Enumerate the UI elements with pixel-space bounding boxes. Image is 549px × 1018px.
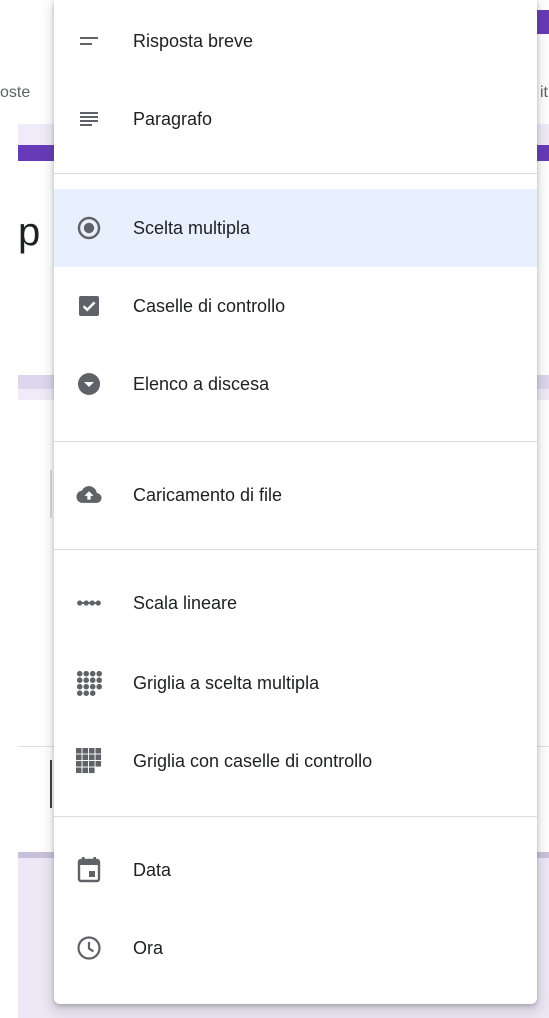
menu-item-checkbox-grid[interactable]: Griglia con caselle di controllo [54,722,537,800]
menu-item-label: Elenco a discesa [133,373,270,394]
calendar-icon [76,857,102,883]
dropdown-circle-icon [76,371,102,397]
menu-item-label: Paragrafo [133,108,213,129]
menu-item-label: Griglia a scelta multipla [133,672,320,693]
menu-item-date[interactable]: Data [54,831,537,909]
menu-item-label: Ora [133,937,164,958]
square-grid-icon [76,748,102,774]
form-editor-page: oste it p Risposta breve Paragrafo Scelt… [0,0,549,1018]
clock-icon [76,935,102,961]
menu-divider [54,173,537,174]
menu-item-multiple-choice-grid[interactable]: Griglia a scelta multipla [54,644,537,722]
text-cursor [50,760,52,808]
menu-item-file-upload[interactable]: Caricamento di file [54,456,537,534]
menu-item-label: Scala lineare [133,592,238,613]
form-title-fragment[interactable]: p [18,210,40,255]
menu-item-linear-scale[interactable]: Scala lineare [54,564,537,642]
menu-item-label: Caricamento di file [133,484,283,505]
checkbox-icon [76,293,102,319]
menu-item-short-answer[interactable]: Risposta breve [54,2,537,80]
menu-item-time[interactable]: Ora [54,909,537,987]
menu-item-dropdown[interactable]: Elenco a discesa [54,345,537,423]
tab-questions-fragment[interactable]: oste [0,84,30,102]
menu-item-checkboxes[interactable]: Caselle di controllo [54,267,537,345]
menu-item-label: Caselle di controllo [133,295,286,316]
menu-divider [54,816,537,817]
tab-settings-fragment[interactable]: it [540,84,548,102]
linear-scale-icon [76,590,102,616]
menu-item-label: Scelta multipla [133,217,251,238]
paragraph-icon [76,106,102,132]
menu-divider [54,549,537,550]
menu-item-label: Griglia con caselle di controllo [133,750,373,771]
question-type-menu: Risposta breve Paragrafo Scelta multipla… [54,0,537,1004]
menu-divider [54,441,537,442]
menu-item-paragraph[interactable]: Paragrafo [54,80,537,158]
short-answer-icon [76,28,102,54]
dot-grid-icon [76,670,102,696]
cloud-upload-icon [76,482,102,508]
menu-item-multiple-choice[interactable]: Scelta multipla [54,189,537,267]
radio-button-icon [76,215,102,241]
field-marker [50,470,52,518]
menu-item-label: Data [133,859,172,880]
menu-item-label: Risposta breve [133,30,254,51]
